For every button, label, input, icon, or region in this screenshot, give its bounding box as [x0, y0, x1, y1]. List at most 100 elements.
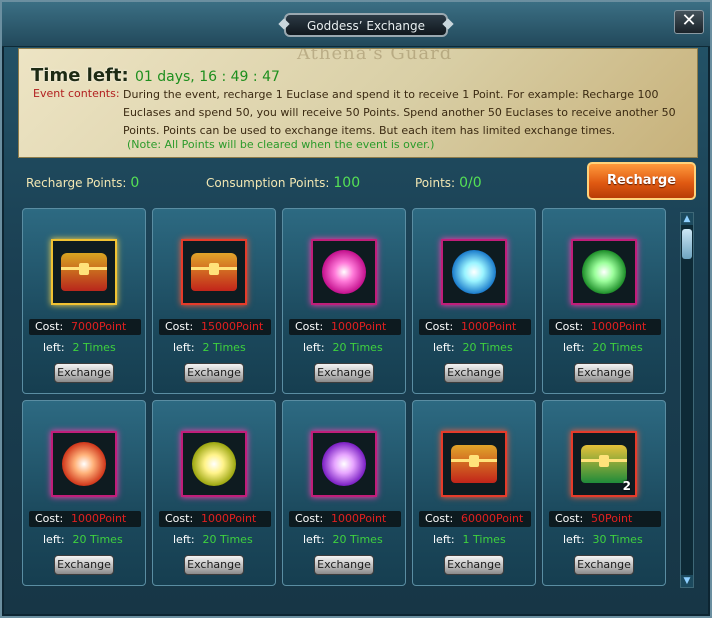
red-chest-icon: [451, 445, 497, 483]
left-value: 20 Times: [202, 533, 253, 546]
left-label: left:: [433, 533, 455, 546]
cost-row: Cost: 60000Point: [419, 511, 531, 527]
cost-value: 1000Point: [591, 320, 647, 333]
exchange-button[interactable]: Exchange: [54, 363, 114, 383]
orange-orb-icon: [62, 442, 106, 486]
left-label: left:: [563, 341, 585, 354]
exchange-button[interactable]: Exchange: [444, 555, 504, 575]
exchange-button[interactable]: Exchange: [184, 363, 244, 383]
cost-label: Cost:: [35, 512, 64, 525]
cost-row: Cost: 1000Point: [549, 319, 661, 335]
item-card: Cost: 1000Point left: 20 Times Exchange: [542, 208, 666, 394]
item-slot[interactable]: [181, 431, 247, 497]
points: Points: 0/0: [415, 175, 482, 191]
left-value: 1 Times: [462, 533, 506, 546]
event-contents-label: Event contents:: [33, 87, 120, 100]
item-card: Cost: 15000Point left: 2 Times Exchange: [152, 208, 276, 394]
item-slot[interactable]: [311, 431, 377, 497]
cost-label: Cost:: [425, 320, 454, 333]
recharge-points-value: 0: [130, 175, 140, 191]
left-value: 20 Times: [332, 533, 383, 546]
item-card: Cost: 1000Point left: 20 Times Exchange: [152, 400, 276, 586]
cost-value: 7000Point: [71, 320, 127, 333]
close-button[interactable]: ✕: [674, 10, 704, 34]
scroll-up-arrow-icon[interactable]: ▲: [681, 213, 693, 225]
recharge-now-button[interactable]: Recharge Now: [587, 162, 696, 222]
event-note: (Note: All Points will be cleared when t…: [127, 138, 435, 151]
time-left-label: Time left:: [31, 65, 129, 86]
red-chest-icon: [191, 253, 237, 291]
purple-orb-icon: [322, 442, 366, 486]
cost-value: 50Point: [591, 512, 633, 525]
cost-value: 1000Point: [71, 512, 127, 525]
cost-label: Cost:: [35, 320, 64, 333]
left-label: left:: [43, 341, 65, 354]
points-bar: Recharge Points: 0 Consumption Points: 100…: [18, 162, 698, 222]
exchange-window: Goddess’ Exchange ✕ Athena's Guard Time …: [0, 0, 712, 618]
cost-label: Cost:: [555, 512, 584, 525]
green-orb-icon: [582, 250, 626, 294]
item-slot[interactable]: [181, 239, 247, 305]
cost-label: Cost:: [165, 512, 194, 525]
item-card: Cost: 60000Point left: 1 Times Exchange: [412, 400, 536, 586]
item-slot[interactable]: [51, 239, 117, 305]
scroll-thumb[interactable]: [682, 229, 692, 259]
yellow-orb-icon: [192, 442, 236, 486]
pink-orb-icon: [322, 250, 366, 294]
left-value: 20 Times: [72, 533, 123, 546]
consumption-points-label: Consumption Points:: [206, 176, 330, 190]
cost-value: 1000Point: [331, 320, 387, 333]
scrollbar[interactable]: ▲ ▼: [680, 212, 694, 588]
item-slot[interactable]: [441, 431, 507, 497]
exchange-button[interactable]: Exchange: [184, 555, 244, 575]
left-value: 30 Times: [592, 533, 643, 546]
item-slot[interactable]: [571, 239, 637, 305]
left-label: left:: [303, 533, 325, 546]
scroll-down-arrow-icon[interactable]: ▼: [681, 575, 693, 587]
cost-row: Cost: 50Point: [549, 511, 661, 527]
exchange-button[interactable]: Exchange: [314, 363, 374, 383]
item-card: Cost: 1000Point left: 20 Times Exchange: [282, 400, 406, 586]
item-card: 2 Cost: 50Point left: 30 Times Exchange: [542, 400, 666, 586]
banner-watermark: Athena's Guard: [297, 48, 453, 64]
consumption-points-value: 100: [333, 175, 361, 191]
cost-label: Cost:: [295, 512, 324, 525]
left-row: left: 20 Times: [43, 533, 123, 546]
item-card: Cost: 1000Point left: 20 Times Exchange: [22, 400, 146, 586]
cost-label: Cost:: [425, 512, 454, 525]
left-label: left:: [173, 533, 195, 546]
item-slot[interactable]: [51, 431, 117, 497]
left-row: left: 20 Times: [433, 341, 513, 354]
cyan-orb-icon: [452, 250, 496, 294]
exchange-button[interactable]: Exchange: [54, 555, 114, 575]
left-row: left: 20 Times: [303, 341, 383, 354]
left-value: 20 Times: [462, 341, 513, 354]
left-row: left: 30 Times: [563, 533, 643, 546]
exchange-button[interactable]: Exchange: [574, 555, 634, 575]
title-bar: Goddess’ Exchange ✕: [2, 2, 710, 47]
cost-value: 60000Point: [461, 512, 524, 525]
left-label: left:: [303, 341, 325, 354]
points-label: Points:: [415, 176, 456, 190]
left-value: 2 Times: [72, 341, 116, 354]
item-card: Cost: 7000Point left: 2 Times Exchange: [22, 208, 146, 394]
cost-label: Cost:: [295, 320, 324, 333]
cost-row: Cost: 1000Point: [29, 511, 141, 527]
cost-row: Cost: 1000Point: [289, 511, 401, 527]
gold-chest-icon: [61, 253, 107, 291]
exchange-button[interactable]: Exchange: [444, 363, 504, 383]
item-slot[interactable]: [311, 239, 377, 305]
item-quantity: 2: [622, 479, 631, 493]
left-row: left: 2 Times: [173, 341, 246, 354]
item-slot[interactable]: [441, 239, 507, 305]
cost-row: Cost: 1000Point: [289, 319, 401, 335]
left-value: 20 Times: [592, 341, 643, 354]
event-banner: Athena's Guard Time left: 01 days, 16 : …: [18, 48, 698, 158]
cost-row: Cost: 1000Point: [159, 511, 271, 527]
cost-value: 15000Point: [201, 320, 264, 333]
left-row: left: 1 Times: [433, 533, 506, 546]
exchange-button[interactable]: Exchange: [314, 555, 374, 575]
item-slot[interactable]: 2: [571, 431, 637, 497]
exchange-button[interactable]: Exchange: [574, 363, 634, 383]
recharge-points-label: Recharge Points:: [26, 176, 127, 190]
